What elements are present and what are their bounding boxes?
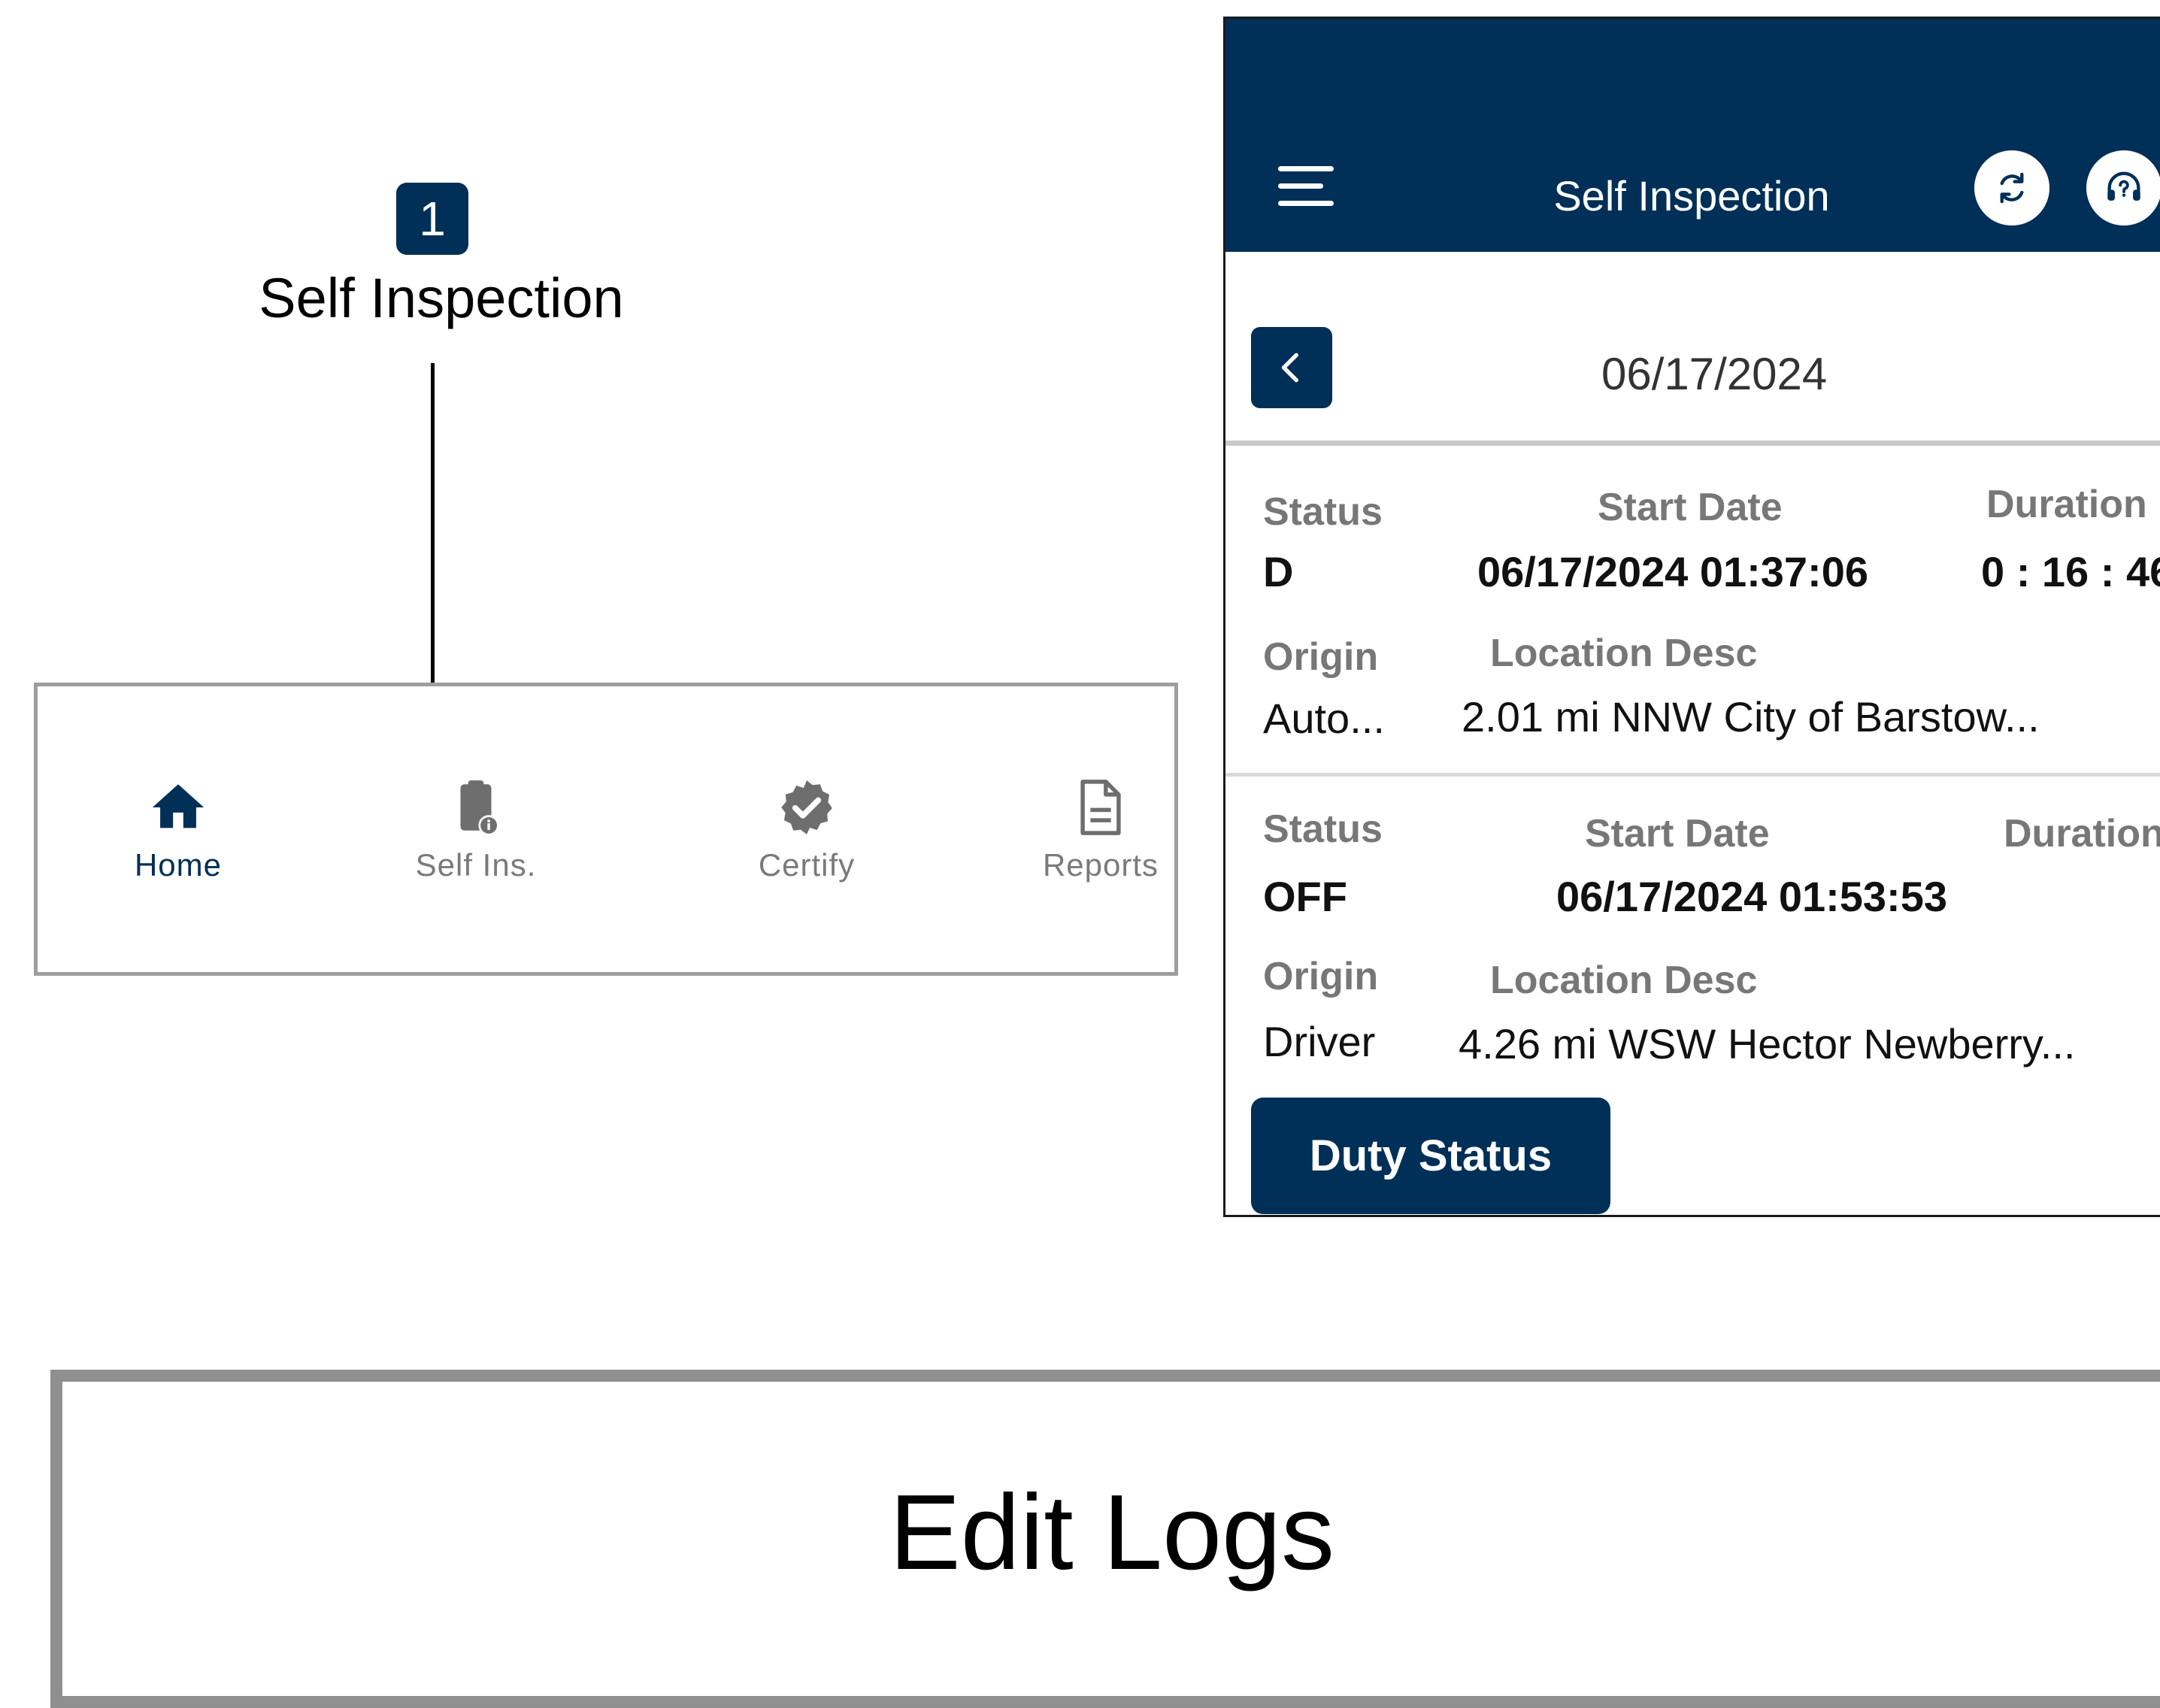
callout-title: Self Inspection (259, 267, 624, 329)
duration-label: Duration (1986, 483, 2147, 526)
duty-status-button[interactable]: Duty Status (1251, 1098, 1610, 1214)
log-entry[interactable]: Status Start Date Duration OFF 06/17/202… (1225, 777, 2160, 1107)
start-date-label: Start Date (1598, 486, 1783, 529)
phone-screen: Self Inspection 06/17/2024 Status Start … (1223, 17, 2160, 1217)
nav-item-self-ins[interactable]: Self Ins. (378, 777, 574, 883)
duration-label: Duration (2004, 812, 2160, 856)
origin-value: Driver (1263, 1018, 1376, 1065)
nav-item-label: Home (134, 847, 223, 883)
clipboard-info-icon (378, 777, 574, 838)
bottom-nav-bar: Home Self Ins. Certify Reports (34, 683, 1178, 976)
headset-support-icon (2107, 171, 2140, 201)
nav-item-label: Self Ins. (415, 847, 537, 883)
document-icon (1003, 777, 1198, 838)
status-label: Status (1263, 490, 1383, 534)
location-desc-label: Location Desc (1490, 631, 1758, 675)
sync-button[interactable] (1974, 150, 2049, 226)
hamburger-menu-icon[interactable] (1278, 166, 1334, 218)
step-number-badge: 1 (396, 183, 468, 255)
selected-date: 06/17/2024 (1601, 349, 1828, 399)
start-date-label: Start Date (1585, 812, 1770, 856)
nav-item-certify[interactable]: Certify (709, 777, 904, 883)
date-navigation: 06/17/2024 (1225, 252, 2160, 446)
app-header: Self Inspection (1225, 19, 2160, 252)
location-desc-label: Location Desc (1490, 958, 1758, 1002)
status-value: OFF (1263, 873, 1347, 920)
status-label: Status (1263, 807, 1383, 851)
origin-value: Auto... (1263, 695, 1385, 742)
edit-logs-banner: Edit Logs (50, 1370, 2160, 1708)
start-date-value: 06/17/2024 01:37:06 (1477, 548, 1868, 595)
sync-icon (2000, 172, 2024, 204)
nav-item-home[interactable]: Home (80, 777, 276, 883)
nav-item-reports[interactable]: Reports (1003, 777, 1198, 883)
duration-value: 0 : 16 : 46 (1981, 548, 2160, 595)
start-date-value: 06/17/2024 01:53:53 (1556, 873, 1947, 920)
origin-label: Origin (1263, 955, 1379, 998)
verified-badge-icon (709, 777, 904, 838)
log-entry[interactable]: Status Start Date Duration D 06/17/2024 … (1225, 446, 2160, 777)
origin-label: Origin (1263, 635, 1379, 679)
support-button[interactable] (2086, 150, 2160, 226)
location-desc-value: 2.01 mi NNW City of Barstow... (1462, 693, 2040, 740)
edit-logs-title: Edit Logs (889, 1473, 1335, 1592)
previous-day-button[interactable] (1251, 327, 1332, 408)
nav-item-label: Reports (1042, 847, 1159, 883)
home-icon (80, 777, 276, 838)
location-desc-value: 4.26 mi WSW Hector Newberry... (1459, 1020, 2076, 1068)
chevron-left-icon (1281, 353, 1298, 383)
callout-arrow-line (431, 363, 435, 709)
page-title: Self Inspection (1553, 172, 1830, 220)
nav-item-label: Certify (758, 847, 856, 883)
status-value: D (1263, 548, 1294, 595)
